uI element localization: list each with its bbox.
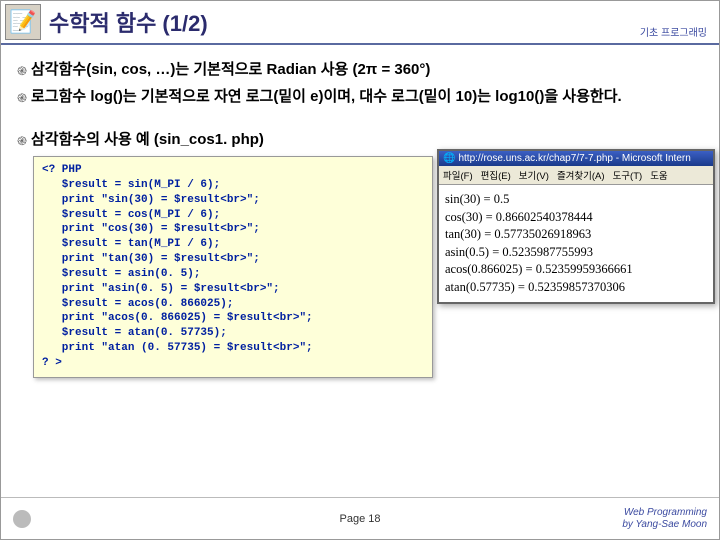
browser-title-text: http://rose.uns.ac.kr/chap7/7-7.php - Mi…: [458, 153, 690, 164]
university-logo-icon: [13, 510, 31, 528]
footer-credit-line1: Web Programming: [622, 507, 707, 519]
bullet-text-1: 삼각함수(sin, cos, …)는 기본적으로 Radian 사용 (2π =…: [31, 59, 430, 80]
browser-menubar: 파일(F) 편집(E) 보기(V) 즐겨찾기(A) 도구(T) 도움: [439, 166, 713, 185]
menu-view[interactable]: 보기(V): [519, 168, 549, 182]
slide-subtitle: 기초 프로그래밍: [640, 24, 707, 39]
bullet-icon: ֎: [13, 132, 31, 149]
code-block: <? PHP $result = sin(M_PI / 6); print "s…: [33, 156, 433, 378]
page-number: Page 18: [340, 513, 381, 525]
footer-credit-line2: by Yang-Sae Moon: [622, 519, 707, 531]
menu-help[interactable]: 도움: [650, 168, 667, 182]
menu-favorites[interactable]: 즐겨찾기(A): [557, 168, 605, 182]
menu-edit[interactable]: 편집(E): [481, 168, 511, 182]
note-icon: 📝: [5, 4, 41, 40]
bullet-item: ֎ 삼각함수의 사용 예 (sin_cos1. php): [13, 129, 707, 150]
bullet-icon: ֎: [13, 89, 31, 106]
browser-output: sin(30) = 0.5 cos(30) = 0.86602540378444…: [439, 185, 713, 302]
footer-logo: [13, 510, 35, 528]
slide-footer: Page 18 Web Programming by Yang-Sae Moon: [1, 497, 719, 539]
note-icon-glyph: 📝: [9, 9, 36, 35]
menu-tools[interactable]: 도구(T): [613, 168, 643, 182]
menu-file[interactable]: 파일(F): [443, 168, 473, 182]
bullet-text-2: 로그함수 log()는 기본적으로 자연 로그(밑이 e)이며, 대수 로그(밑…: [31, 86, 622, 107]
browser-preview: 🌐 http://rose.uns.ac.kr/chap7/7-7.php - …: [437, 149, 715, 304]
bullet-text-3: 삼각함수의 사용 예 (sin_cos1. php): [31, 129, 264, 150]
browser-titlebar: 🌐 http://rose.uns.ac.kr/chap7/7-7.php - …: [439, 151, 713, 166]
bullet-item: ֎ 삼각함수(sin, cos, …)는 기본적으로 Radian 사용 (2π…: [13, 59, 707, 80]
ie-icon: 🌐: [443, 153, 455, 164]
slide-title: 수학적 함수 (1/2): [49, 6, 208, 38]
slide-header: 📝 수학적 함수 (1/2) 기초 프로그래밍: [1, 1, 719, 45]
bullet-item: ֎ 로그함수 log()는 기본적으로 자연 로그(밑이 e)이며, 대수 로그…: [13, 86, 707, 107]
bullet-icon: ֎: [13, 62, 31, 79]
footer-credit: Web Programming by Yang-Sae Moon: [622, 507, 707, 531]
